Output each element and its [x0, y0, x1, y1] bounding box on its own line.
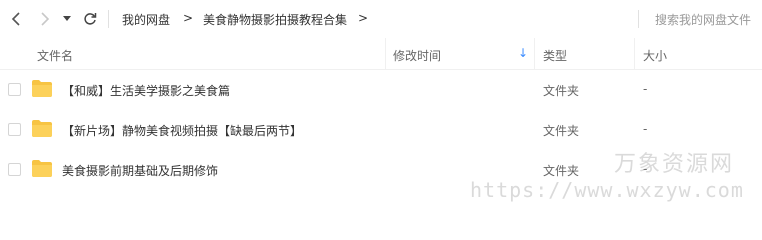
folder-icon	[32, 80, 52, 97]
forward-icon[interactable]	[35, 9, 55, 29]
breadcrumb-separator: >	[358, 11, 369, 25]
row-checkbox[interactable]	[8, 163, 21, 176]
sort-down-icon[interactable]: ↓	[518, 46, 528, 60]
file-name[interactable]: 美食摄影前期基础及后期修饰	[62, 162, 218, 179]
refresh-icon[interactable]	[80, 9, 100, 29]
file-name[interactable]: 【新片场】静物美食视频拍摄【缺最后两节】	[62, 122, 302, 139]
file-type: 文件夹	[543, 164, 580, 178]
column-divider	[634, 38, 635, 70]
file-list-header: 文件名 修改时间 ↓ 类型 大小	[0, 38, 762, 70]
search-input[interactable]: 搜索我的网盘文件	[655, 11, 751, 28]
watermark-url: https://www.wxzyw.com	[470, 178, 744, 202]
watermark-text: 万象资源网	[614, 152, 735, 177]
breadcrumb-root[interactable]: 我的网盘	[122, 11, 170, 28]
column-name[interactable]: 文件名	[37, 47, 73, 64]
column-size[interactable]: 大小	[643, 47, 667, 64]
breadcrumb-separator: >	[183, 11, 194, 25]
column-type[interactable]: 类型	[543, 47, 567, 64]
file-type: 文件夹	[543, 124, 580, 138]
column-divider	[534, 38, 535, 70]
file-size: -	[643, 122, 648, 136]
toolbar-divider	[108, 10, 109, 28]
breadcrumb-current[interactable]: 美食静物摄影拍摄教程合集	[203, 11, 347, 28]
file-name[interactable]: 【和威】生活美学摄影之美食篇	[62, 82, 230, 99]
column-divider	[385, 38, 386, 70]
row-checkbox[interactable]	[8, 123, 21, 136]
folder-icon	[32, 120, 52, 137]
file-size: -	[643, 82, 648, 96]
file-type: 文件夹	[543, 84, 580, 98]
folder-icon	[32, 160, 52, 177]
file-row[interactable]: 【和威】生活美学摄影之美食篇 文件夹 -	[0, 70, 762, 110]
row-checkbox[interactable]	[8, 83, 21, 96]
back-icon[interactable]	[6, 9, 26, 29]
dropdown-icon[interactable]	[60, 9, 74, 29]
toolbar: 我的网盘 > 美食静物摄影拍摄教程合集 > 搜索我的网盘文件	[0, 0, 762, 38]
column-modified[interactable]: 修改时间	[393, 47, 441, 64]
search-divider	[638, 10, 639, 28]
file-row[interactable]: 【新片场】静物美食视频拍摄【缺最后两节】 文件夹 -	[0, 110, 762, 150]
